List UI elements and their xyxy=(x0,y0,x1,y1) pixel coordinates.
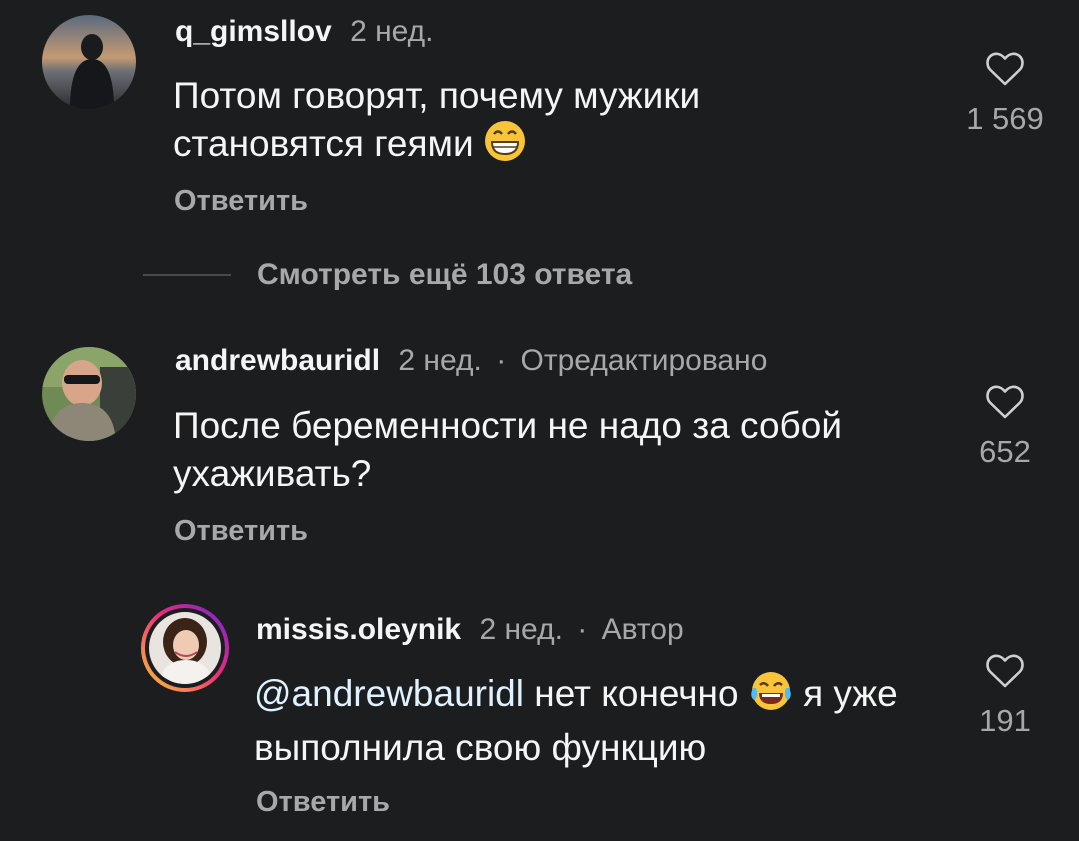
comment-text: Потом говорят, почему мужики становятся … xyxy=(173,72,833,174)
avatar xyxy=(149,612,221,684)
story-ring[interactable] xyxy=(141,604,229,692)
view-more-replies-button[interactable]: Смотреть ещё 103 ответа xyxy=(143,258,632,292)
view-more-replies-label: Смотреть ещё 103 ответа xyxy=(257,258,633,291)
mention-link[interactable]: @andrewbauridl xyxy=(254,673,524,714)
edited-label: Отредактировано xyxy=(520,344,768,377)
author-badge: Автор xyxy=(601,613,684,646)
timestamp: 2 нед. xyxy=(479,613,563,646)
avatar-image xyxy=(42,15,136,109)
separator-dot: · xyxy=(496,344,507,377)
username[interactable]: missis.oleynik xyxy=(256,613,461,646)
timestamp: 2 нед. xyxy=(398,344,482,377)
avatar-image xyxy=(149,612,221,684)
comment-meta: q_gimsllov 2 нед. xyxy=(175,14,434,50)
username[interactable]: q_gimsllov xyxy=(175,15,332,48)
avatar[interactable] xyxy=(42,15,136,109)
heart-outline-icon xyxy=(986,654,1024,688)
grinning-face-emoji-icon xyxy=(484,120,526,174)
avatar[interactable] xyxy=(42,347,136,441)
reply-button[interactable]: Ответить xyxy=(256,786,390,819)
username[interactable]: andrewbauridl xyxy=(175,344,380,377)
heart-outline-icon xyxy=(986,52,1024,86)
reply-button[interactable]: Ответить xyxy=(174,515,308,548)
like-count: 191 xyxy=(979,703,1031,738)
comment-meta: andrewbauridl 2 нед. · Отредактировано xyxy=(175,343,767,379)
comment-body-start: нет конечно xyxy=(534,673,739,714)
timestamp: 2 нед. xyxy=(350,15,434,48)
comment-text: @andrewbauridl нет конечно я уже выполни… xyxy=(254,670,934,772)
tears-of-joy-emoji-icon xyxy=(749,670,793,724)
like-count: 652 xyxy=(979,434,1031,469)
avatar-image xyxy=(42,347,136,441)
divider-line xyxy=(143,274,231,276)
separator-dot: · xyxy=(577,613,588,646)
like-button[interactable]: 652 xyxy=(945,384,1065,470)
comment-body: Потом говорят, почему мужики становятся … xyxy=(173,75,701,164)
comment-text: После беременности не надо за собой ухаж… xyxy=(173,405,842,494)
reply-button[interactable]: Ответить xyxy=(174,185,308,218)
heart-outline-icon xyxy=(986,385,1024,419)
like-button[interactable]: 1 569 xyxy=(945,51,1065,137)
like-button[interactable]: 191 xyxy=(945,653,1065,739)
comment-meta: missis.oleynik 2 нед. · Автор xyxy=(256,612,684,648)
like-count: 1 569 xyxy=(966,101,1044,136)
